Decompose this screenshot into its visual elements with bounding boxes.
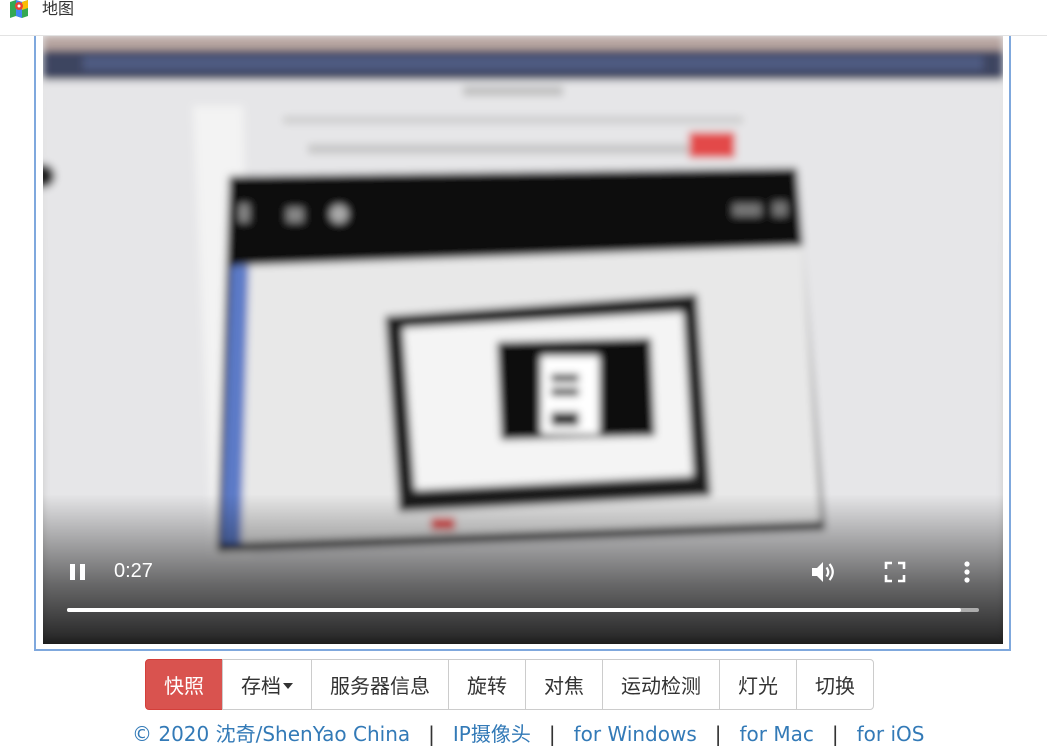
fullscreen-icon[interactable]: [881, 558, 909, 586]
footer-separator: |: [831, 722, 839, 746]
light-button[interactable]: 灯光: [719, 659, 797, 710]
footer-separator: |: [548, 722, 556, 746]
focus-button[interactable]: 对焦: [525, 659, 603, 710]
more-vert-icon[interactable]: [953, 558, 981, 586]
progress-fill: [67, 608, 961, 612]
ios-link[interactable]: for iOS: [857, 722, 925, 746]
video-player[interactable]: 0:27: [43, 36, 1003, 644]
rotate-button[interactable]: 旋转: [448, 659, 526, 710]
maps-icon[interactable]: [8, 0, 30, 18]
pause-icon[interactable]: [69, 562, 89, 582]
caret-down-icon: [283, 683, 293, 689]
current-time: 0:27: [114, 560, 153, 582]
footer-separator: |: [714, 722, 722, 746]
mac-link[interactable]: for Mac: [740, 722, 814, 746]
copyright-link[interactable]: © 2020 沈奇/ShenYao China: [132, 722, 410, 746]
camera-toolbar: 快照 存档 服务器信息 旋转 对焦 运动检测 灯光 切换: [145, 659, 874, 710]
archive-button-label: 存档: [241, 674, 281, 698]
footer-separator: |: [428, 722, 435, 746]
volume-icon[interactable]: [809, 558, 837, 586]
archive-dropdown-button[interactable]: 存档: [222, 659, 312, 710]
windows-link[interactable]: for Windows: [574, 722, 697, 746]
motion-detect-button[interactable]: 运动检测: [602, 659, 720, 710]
ip-camera-link[interactable]: IP摄像头: [453, 722, 531, 746]
server-info-button[interactable]: 服务器信息: [311, 659, 449, 710]
footer: © 2020 沈奇/ShenYao China | IP摄像头 | for Window…: [132, 722, 925, 746]
switch-button[interactable]: 切换: [796, 659, 874, 710]
controls-overlay: [43, 494, 1003, 644]
progress-bar[interactable]: [67, 608, 979, 612]
page-title: 地图: [42, 0, 75, 18]
snapshot-button[interactable]: 快照: [145, 659, 223, 710]
top-bar: 地图: [0, 0, 1047, 36]
